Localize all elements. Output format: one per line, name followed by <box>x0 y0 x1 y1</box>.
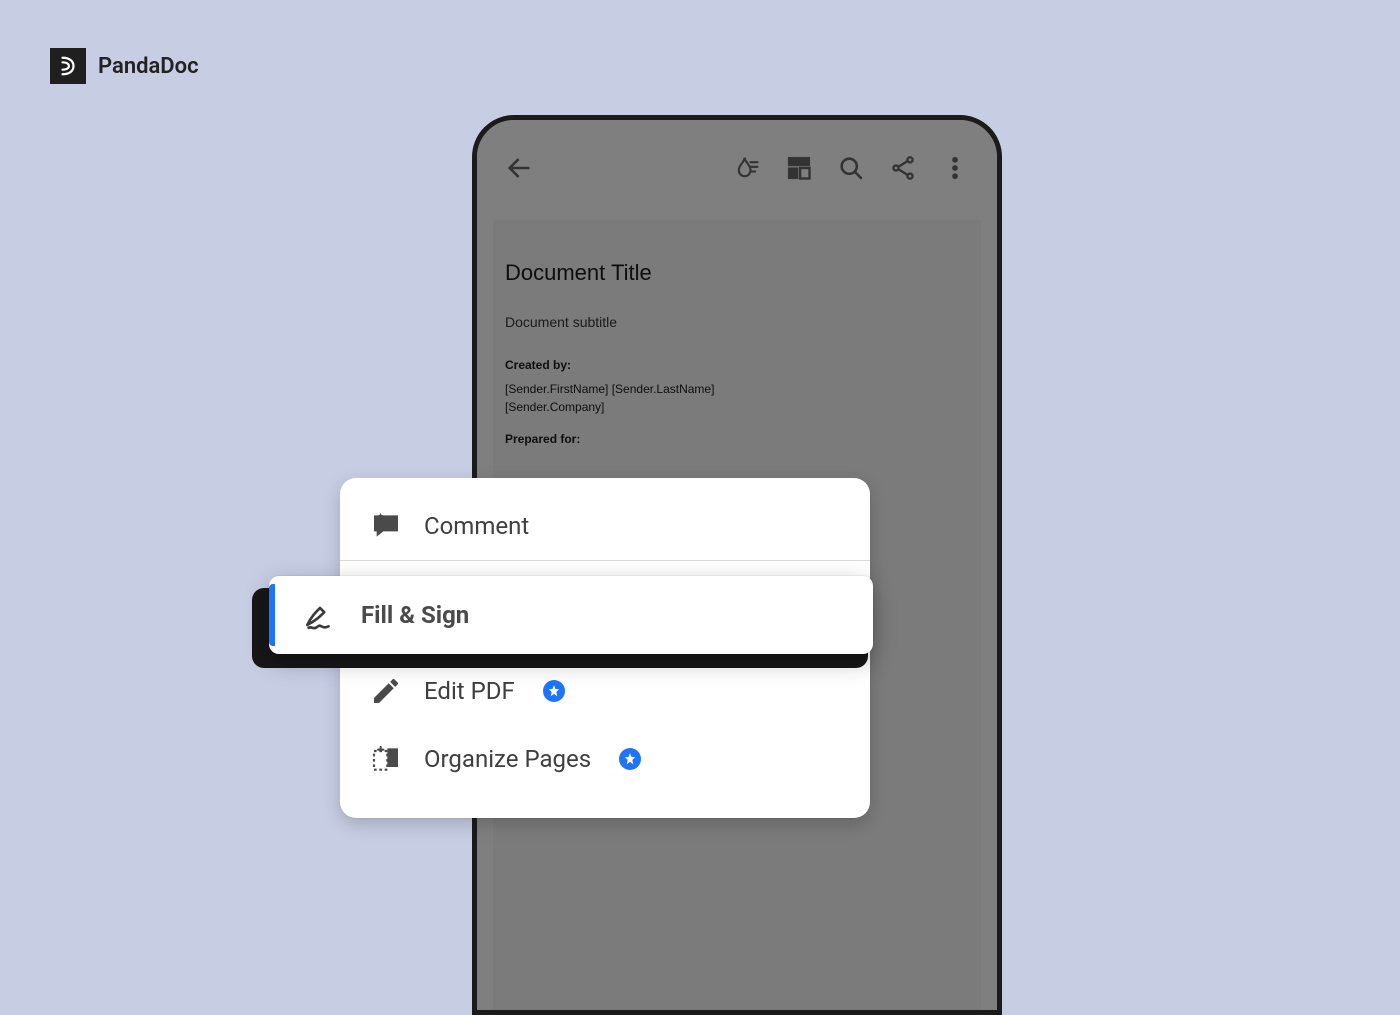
prepared-for-label: Prepared for: <box>505 432 969 446</box>
document-title: Document Title <box>505 260 969 286</box>
search-icon[interactable] <box>837 154 865 182</box>
comment-icon <box>370 510 402 542</box>
brand-logo <box>50 48 86 84</box>
menu-item-label: Edit PDF <box>424 677 515 705</box>
premium-badge-icon <box>543 680 565 702</box>
document-subtitle: Document subtitle <box>505 314 969 330</box>
premium-badge-icon <box>619 748 641 770</box>
menu-item-organize-pages[interactable]: Organize Pages <box>340 725 870 793</box>
sign-icon <box>303 598 337 632</box>
more-icon[interactable] <box>941 154 969 182</box>
menu-item-comment[interactable]: Comment <box>340 492 870 560</box>
back-icon[interactable] <box>505 154 533 182</box>
menu-item-label: Organize Pages <box>424 745 591 773</box>
brand-name: PandaDoc <box>98 54 199 79</box>
created-by-label: Created by: <box>505 358 969 372</box>
sender-name: [Sender.FirstName] [Sender.LastName] <box>505 382 969 396</box>
brand: PandaDoc <box>50 48 199 84</box>
menu-item-label: Fill & Sign <box>361 601 469 629</box>
menu-item-label: Comment <box>424 512 529 540</box>
ink-icon[interactable] <box>733 154 761 182</box>
organize-icon <box>370 743 402 775</box>
menu-item-fill-and-sign[interactable]: Fill & Sign <box>269 576 873 654</box>
layout-icon[interactable] <box>785 154 813 182</box>
share-icon[interactable] <box>889 154 917 182</box>
sender-company: [Sender.Company] <box>505 400 969 414</box>
pencil-icon <box>370 675 402 707</box>
app-toolbar <box>477 146 997 190</box>
